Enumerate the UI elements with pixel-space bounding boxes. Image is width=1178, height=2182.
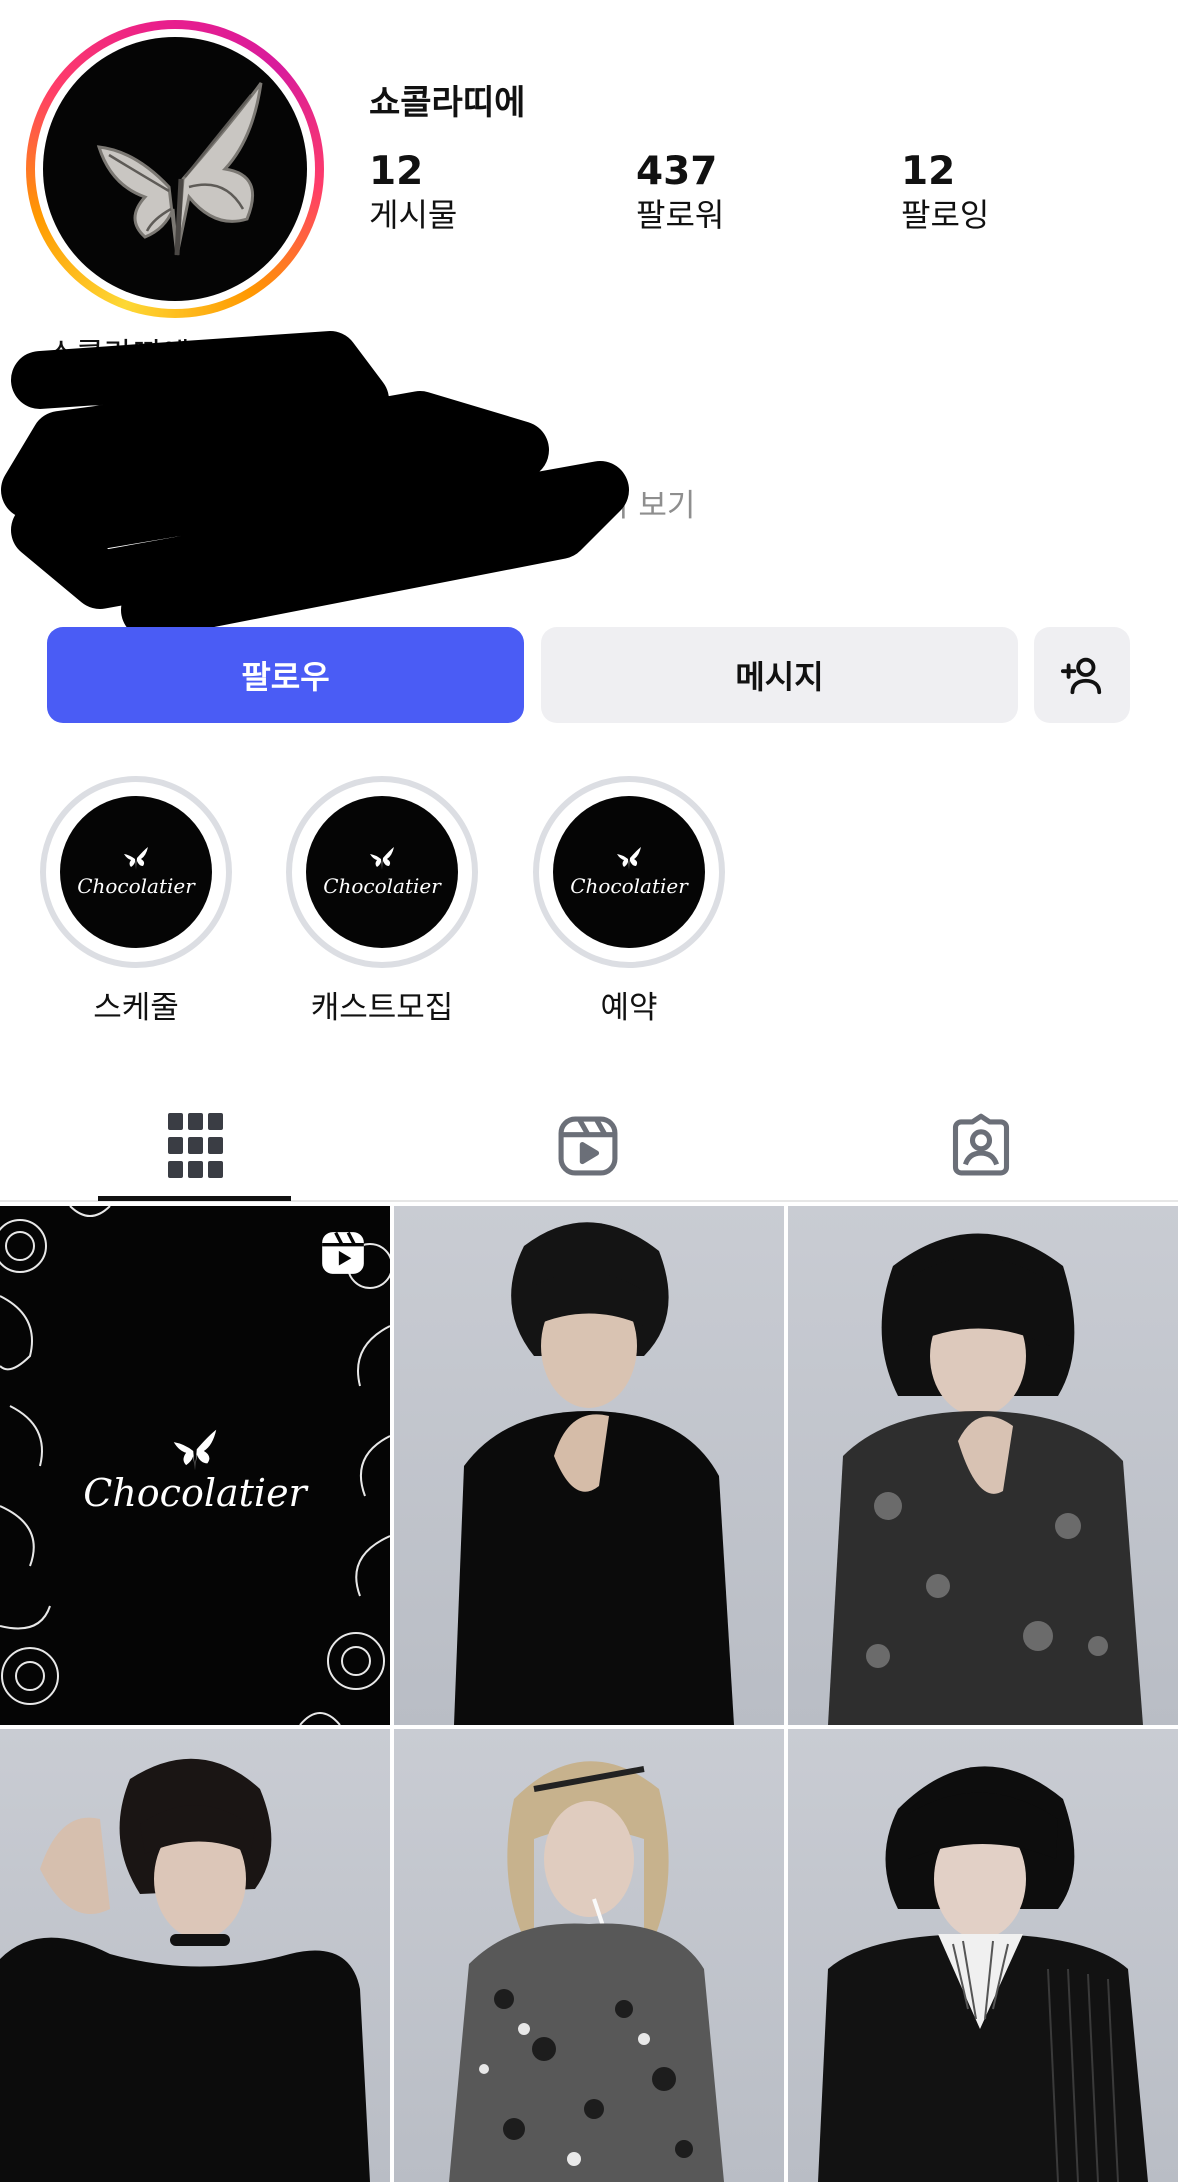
post-tile[interactable] <box>394 1729 784 2182</box>
highlight-ring: Chocolatier <box>286 776 478 968</box>
highlight-ring: Chocolatier <box>40 776 232 968</box>
tagged-icon <box>952 1113 1010 1176</box>
highlight-label: 스케줄 <box>93 990 179 1026</box>
highlight-label: 예약 <box>600 990 658 1026</box>
highlight-brand: Chocolatier <box>570 874 688 898</box>
post-brand-text: Chocolatier <box>83 1471 307 1515</box>
post-photo <box>449 1761 724 2182</box>
highlight-reservation[interactable]: Chocolatier 예약 <box>533 776 725 1027</box>
butterfly-icon <box>124 847 148 870</box>
tab-tagged[interactable] <box>883 1090 1079 1202</box>
stat-followers-value: 437 <box>636 149 718 194</box>
stat-posts-label: 게시물 <box>369 196 458 234</box>
highlight-brand: Chocolatier <box>323 874 441 898</box>
highlight-cover: Chocolatier <box>553 796 705 948</box>
message-button[interactable]: 메시지 <box>541 627 1018 723</box>
stat-following[interactable]: 12 팔로잉 <box>901 150 989 236</box>
post-photo <box>818 1766 1148 2182</box>
add-person-icon <box>1060 657 1102 695</box>
bio-line-name: 쇼콜라띠에 <box>47 337 190 373</box>
post-photo <box>454 1222 734 1725</box>
highlight-ring: Chocolatier <box>533 776 725 968</box>
post-photo <box>0 1758 370 2182</box>
butterfly-icon <box>173 1429 217 1471</box>
link-icon <box>56 552 82 578</box>
grid-icon <box>168 1113 223 1178</box>
tab-reels[interactable] <box>490 1090 686 1202</box>
suggest-people-button[interactable] <box>1034 627 1130 723</box>
profile-username: 쇼콜라띠에 <box>369 83 526 123</box>
highlight-cast-recruit[interactable]: Chocolatier 캐스트모집 <box>286 776 478 1027</box>
highlight-label: 캐스트모집 <box>310 990 454 1026</box>
butterfly-icon <box>617 847 641 870</box>
stat-posts[interactable]: 12 게시물 <box>369 150 457 236</box>
follow-button[interactable]: 팔로우 <box>47 627 524 723</box>
butterfly-icon <box>96 82 263 256</box>
avatar <box>43 37 307 301</box>
profile-avatar-ring[interactable] <box>26 20 324 318</box>
bio-link[interactable] <box>52 548 86 582</box>
post-tile[interactable] <box>788 1729 1178 2182</box>
highlight-schedule[interactable]: Chocolatier 스케줄 <box>40 776 232 1027</box>
post-tile[interactable]: Chocolatier <box>0 1206 390 1725</box>
tab-posts-grid[interactable] <box>98 1090 294 1202</box>
bio-line-description: 호스트 게게 카페 <box>47 379 267 415</box>
stat-following-value: 12 <box>901 149 956 194</box>
reel-badge-icon <box>322 1231 364 1274</box>
stat-followers-label: 팔로워 <box>636 196 725 234</box>
highlight-brand: Chocolatier <box>77 874 195 898</box>
post-tile[interactable] <box>788 1206 1178 1725</box>
highlight-cover: Chocolatier <box>60 796 212 948</box>
avatar-frame <box>35 29 315 309</box>
highlight-cover: Chocolatier <box>306 796 458 948</box>
stat-following-label: 팔로잉 <box>901 196 990 234</box>
stat-posts-value: 12 <box>369 149 424 194</box>
profile-tabs <box>0 1090 1178 1202</box>
butterfly-icon <box>370 847 394 870</box>
stat-followers[interactable]: 437 팔로워 <box>636 150 724 236</box>
reels-icon <box>558 1116 618 1176</box>
post-tile[interactable] <box>394 1206 784 1725</box>
bio-more-link[interactable]: 더 보기 <box>600 480 695 525</box>
bio: 쇼콜라띠에 호스트 게게 카페 <box>47 334 266 418</box>
active-tab-indicator <box>98 1196 291 1201</box>
post-tile[interactable] <box>0 1729 390 2182</box>
post-photo <box>828 1233 1143 1725</box>
